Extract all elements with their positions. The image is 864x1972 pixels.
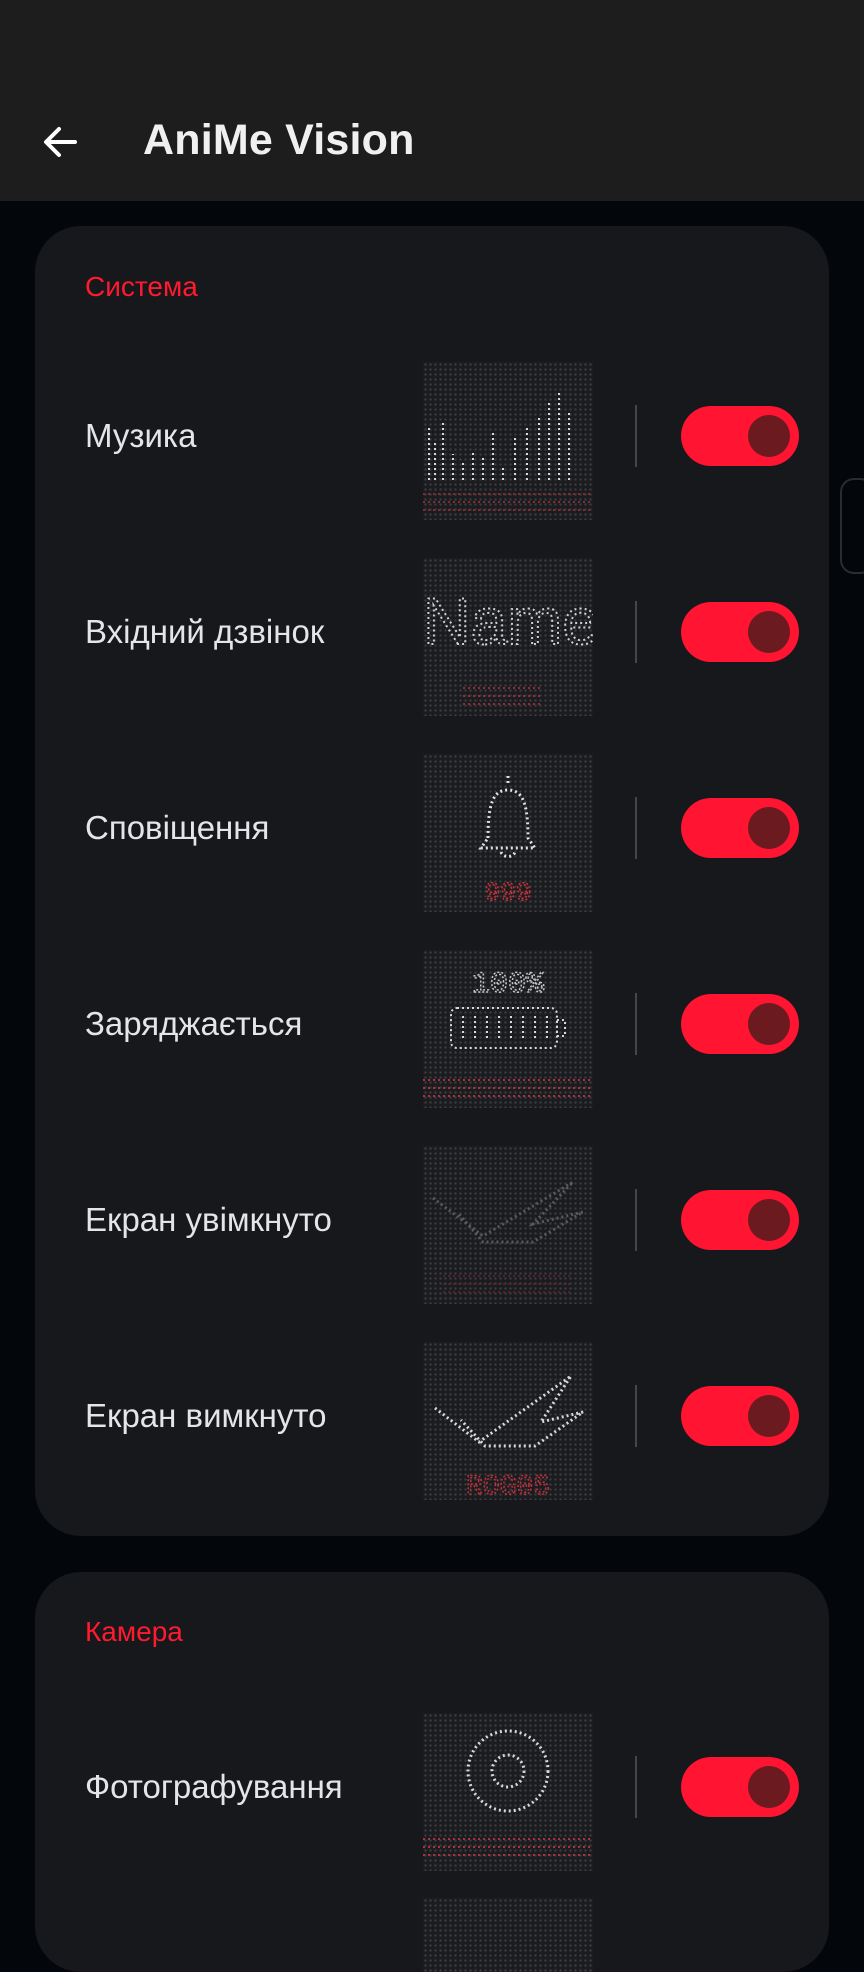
setting-row-photography[interactable]: Фотографування — [35, 1707, 829, 1871]
music-preview-icon — [423, 362, 593, 520]
row-divider — [635, 405, 637, 467]
toggle-knob — [748, 1003, 790, 1045]
setting-label: Вхідний дзвінок — [85, 613, 325, 650]
arrow-left-icon — [44, 127, 77, 157]
preview-rog-text: ROG05 — [466, 1472, 550, 1500]
setting-label: Музика — [85, 417, 197, 454]
row-divider — [635, 1385, 637, 1447]
notifications-toggle[interactable] — [681, 798, 799, 858]
preview-name-text: Name — [423, 584, 593, 658]
section-title-system: Система — [85, 271, 198, 302]
photography-toggle[interactable] — [681, 1757, 799, 1817]
row-divider — [635, 1756, 637, 1818]
screen-on-toggle[interactable] — [681, 1190, 799, 1250]
page-title: AniMe Vision — [143, 116, 415, 164]
row-divider — [635, 993, 637, 1055]
setting-label: Заряджається — [85, 1005, 303, 1042]
setting-row-incoming-call[interactable]: Вхідний дзвінок Name — [35, 552, 829, 716]
system-section-card: Система Музика Вхідний дзвінок Name Спов… — [35, 226, 829, 1536]
music-toggle[interactable] — [681, 406, 799, 466]
rog-logo-preview-icon: ROG05 — [423, 1342, 593, 1500]
screen-off-toggle[interactable] — [681, 1386, 799, 1446]
setting-row-screen-on[interactable]: Екран увімкнуто — [35, 1140, 829, 1304]
notification-preview-icon: 999 — [423, 754, 593, 912]
toggle-knob — [748, 611, 790, 653]
setting-row-charging[interactable]: Заряджається 100% — [35, 944, 829, 1108]
next-item-preview-icon — [423, 1898, 593, 1972]
row-divider — [635, 601, 637, 663]
setting-label: Сповіщення — [85, 809, 270, 846]
top-app-bar: AniMe Vision — [0, 0, 864, 201]
preview-percent-text: 100% — [472, 968, 545, 1002]
row-divider — [635, 797, 637, 859]
incoming-call-toggle[interactable] — [681, 602, 799, 662]
section-title-camera: Камера — [85, 1616, 183, 1647]
setting-row-music[interactable]: Музика — [35, 356, 829, 520]
charging-preview-icon: 100% — [423, 950, 593, 1108]
charging-toggle[interactable] — [681, 994, 799, 1054]
camera-section-card: Камера Фотографування — [35, 1572, 829, 1972]
toggle-knob — [748, 1395, 790, 1437]
toggle-knob — [748, 415, 790, 457]
setting-label: Екран вимкнуто — [85, 1397, 327, 1434]
setting-row-screen-off[interactable]: Екран вимкнуто ROG05 — [35, 1336, 829, 1500]
back-button[interactable] — [36, 118, 84, 166]
rog-logo-dim-preview-icon — [423, 1146, 593, 1304]
setting-label: Екран увімкнуто — [85, 1201, 332, 1238]
setting-row-notifications[interactable]: Сповіщення 999 — [35, 748, 829, 912]
camera-preview-icon — [423, 1713, 593, 1871]
edge-handle — [840, 478, 864, 574]
setting-label: Фотографування — [85, 1768, 343, 1805]
incoming-call-preview-icon: Name — [423, 558, 593, 716]
toggle-knob — [748, 1766, 790, 1808]
toggle-knob — [748, 1199, 790, 1241]
toggle-knob — [748, 807, 790, 849]
row-divider — [635, 1189, 637, 1251]
preview-count-text: 999 — [485, 878, 532, 908]
